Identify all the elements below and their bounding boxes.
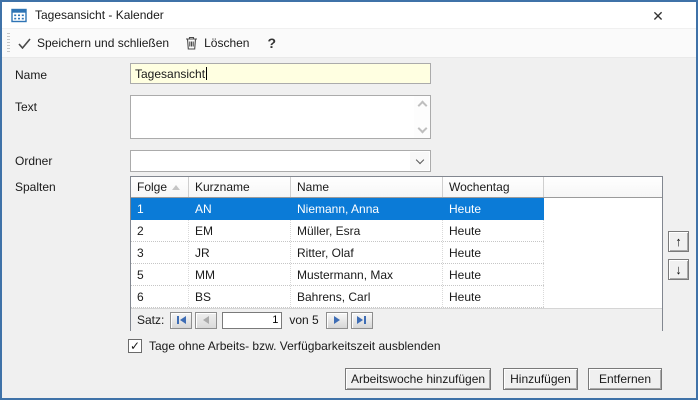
delete-label: Löschen xyxy=(204,36,250,50)
ordner-label: Ordner xyxy=(15,154,53,168)
record-number-input[interactable] xyxy=(222,311,283,329)
table-rows: 1 AN Niemann, Anna Heute 2 EM Müller, Esra Heut… xyxy=(131,198,662,308)
first-record-button[interactable] xyxy=(170,311,193,329)
table-cell-name: Müller, Esra xyxy=(291,220,443,241)
table-cell-kurzname: AN xyxy=(195,201,212,216)
table-row[interactable]: 2 EM Müller, Esra Heute xyxy=(131,220,544,242)
scroll-down-icon[interactable] xyxy=(417,123,427,134)
move-up-button[interactable]: ↑ xyxy=(668,231,689,252)
record-navigator: Satz: von 5 xyxy=(131,308,662,331)
table-cell-name: Bahrens, Carl xyxy=(291,286,443,307)
arrow-down-icon: ↓ xyxy=(675,262,682,277)
column-header-folge[interactable]: Folge xyxy=(131,177,189,197)
table-cell-wochentag: Heute xyxy=(443,220,544,241)
dialog-window: Tagesansicht - Kalender ✕ Speichern und … xyxy=(0,0,698,400)
spalten-table: Folge Kurzname Name Wochentag 1 AN Niemann… xyxy=(130,176,663,331)
table-cell-wochentag: Heute xyxy=(443,242,544,263)
text-label: Text xyxy=(15,100,38,114)
record-nav-label: Satz: xyxy=(137,313,165,327)
move-down-button[interactable]: ↓ xyxy=(668,259,689,280)
table-cell-wochentag: Heute xyxy=(449,201,482,216)
remove-button[interactable]: Entfernen xyxy=(588,368,662,390)
table-cell-folge: 5 xyxy=(131,264,189,285)
table-cell-folge: 6 xyxy=(131,286,189,307)
table-row[interactable]: 6 BS Bahrens, Carl Heute xyxy=(131,286,544,308)
add-button[interactable]: Hinzufügen xyxy=(503,368,578,390)
calendar-icon xyxy=(11,8,27,23)
ordner-select[interactable] xyxy=(130,150,431,172)
ordner-dropdown-button[interactable] xyxy=(410,152,429,170)
name-input-value: Tagesansicht xyxy=(135,66,206,81)
trash-icon xyxy=(186,36,198,50)
hide-days-label: Tage ohne Arbeits- bzw. Verfügbarkeitsze… xyxy=(149,339,441,353)
next-record-icon xyxy=(333,316,340,324)
next-record-button[interactable] xyxy=(325,311,348,329)
previous-record-button[interactable] xyxy=(195,311,218,329)
arrow-up-icon: ↑ xyxy=(675,234,682,249)
add-workweek-button[interactable]: Arbeitswoche hinzufügen xyxy=(345,368,491,390)
table-cell-folge: 3 xyxy=(131,242,189,263)
table-cell-name: Mustermann, Max xyxy=(291,264,443,285)
table-cell-folge: 2 xyxy=(131,220,189,241)
table-row[interactable]: 3 JR Ritter, Olaf Heute xyxy=(131,242,544,264)
chevron-down-icon xyxy=(415,155,424,164)
check-icon xyxy=(18,37,31,49)
title-bar: Tagesansicht - Kalender ✕ xyxy=(2,2,696,29)
column-header-kurzname[interactable]: Kurzname xyxy=(189,177,291,197)
table-cell-kurzname: BS xyxy=(189,286,291,307)
record-count-label: von 5 xyxy=(289,313,319,327)
hide-days-option: ✓ Tage ohne Arbeits- bzw. Verfügbarkeits… xyxy=(128,339,441,353)
name-label: Name xyxy=(15,68,48,82)
table-row[interactable]: 5 MM Mustermann, Max Heute xyxy=(131,264,544,286)
table-cell-kurzname: MM xyxy=(189,264,291,285)
help-button[interactable]: ? xyxy=(257,35,286,51)
table-cell-kurzname: EM xyxy=(189,220,291,241)
first-record-icon xyxy=(176,316,179,324)
column-header-name[interactable]: Name xyxy=(291,177,443,197)
table-cell-folge: 1 xyxy=(137,201,144,216)
column-header-wochentag[interactable]: Wochentag xyxy=(443,177,544,197)
name-input[interactable]: Tagesansicht xyxy=(130,63,431,84)
table-cell-wochentag: Heute xyxy=(443,286,544,307)
hide-days-checkbox[interactable]: ✓ xyxy=(128,339,142,353)
table-header: Folge Kurzname Name Wochentag xyxy=(131,177,662,198)
previous-record-icon xyxy=(203,316,210,324)
table-cell-name: Niemann, Anna xyxy=(297,201,380,216)
table-cell-wochentag: Heute xyxy=(443,264,544,285)
textarea-scrollbar[interactable] xyxy=(414,96,430,138)
save-and-close-label: Speichern und schließen xyxy=(37,36,170,50)
window-title: Tagesansicht - Kalender xyxy=(35,8,164,22)
table-cell-name: Ritter, Olaf xyxy=(291,242,443,263)
table-row[interactable]: 1 AN Niemann, Anna Heute xyxy=(131,198,544,220)
save-and-close-button[interactable]: Speichern und schließen xyxy=(10,29,177,57)
text-input[interactable] xyxy=(130,95,431,139)
last-record-icon xyxy=(357,316,364,324)
table-cell-kurzname: JR xyxy=(189,242,291,263)
delete-button[interactable]: Löschen xyxy=(177,29,257,57)
sort-asc-icon xyxy=(172,184,180,190)
scroll-up-icon[interactable] xyxy=(417,100,427,111)
spalten-label: Spalten xyxy=(15,180,56,194)
last-record-button[interactable] xyxy=(350,311,373,329)
text-caret xyxy=(206,67,208,80)
close-icon[interactable]: ✕ xyxy=(648,6,668,26)
toolbar: Speichern und schließen Löschen ? xyxy=(2,29,696,58)
